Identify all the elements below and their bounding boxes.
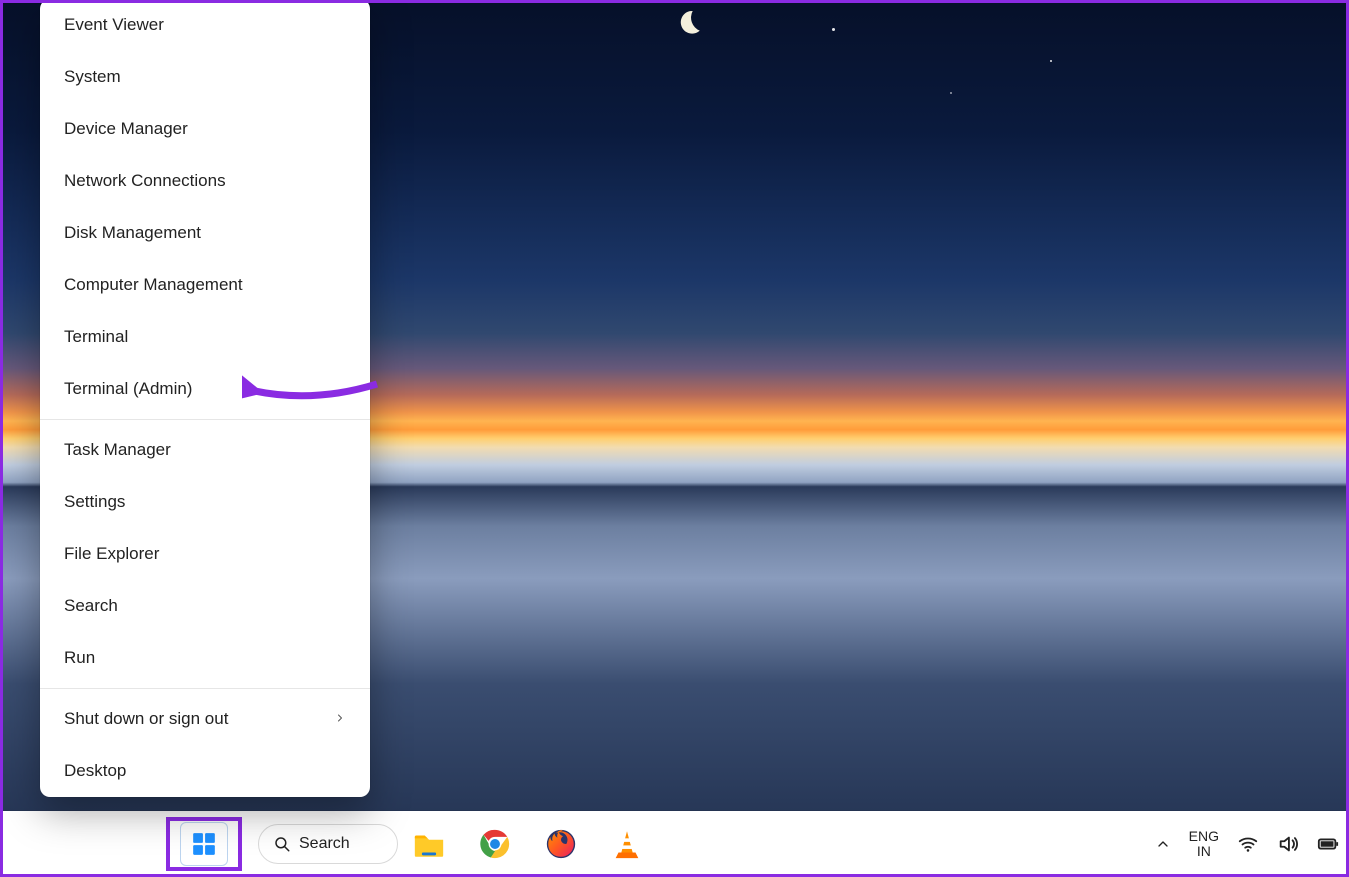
menu-item-desktop[interactable]: Desktop [40, 745, 370, 797]
menu-item-settings[interactable]: Settings [40, 476, 370, 528]
menu-item-system[interactable]: System [40, 51, 370, 103]
search-label: Search [299, 835, 350, 853]
menu-item-task-manager[interactable]: Task Manager [40, 424, 370, 476]
start-button-highlight [166, 817, 242, 871]
menu-item-event-viewer[interactable]: Event Viewer [40, 0, 370, 51]
menu-item-label: Computer Management [64, 275, 243, 295]
taskbar: Search [0, 811, 1349, 877]
menu-item-label: Run [64, 648, 95, 668]
menu-item-label: Settings [64, 492, 125, 512]
menu-item-label: Task Manager [64, 440, 171, 460]
menu-item-label: Device Manager [64, 119, 188, 139]
vlc-icon[interactable] [610, 827, 644, 861]
chevron-right-icon [334, 709, 346, 729]
menu-item-label: System [64, 67, 121, 87]
volume-icon[interactable] [1277, 833, 1299, 855]
start-button[interactable] [180, 822, 228, 866]
moon-icon [670, 6, 704, 40]
system-tray: ENG IN [1155, 811, 1339, 877]
menu-item-device-manager[interactable]: Device Manager [40, 103, 370, 155]
menu-item-disk-management[interactable]: Disk Management [40, 207, 370, 259]
menu-item-label: Network Connections [64, 171, 226, 191]
windows-logo-icon [191, 831, 217, 857]
search-icon [273, 835, 291, 853]
menu-item-label: Shut down or sign out [64, 709, 228, 729]
highlight-arrow-icon [242, 374, 382, 404]
taskbar-pins [412, 811, 644, 877]
menu-item-terminal[interactable]: Terminal [40, 311, 370, 363]
menu-item-label: Disk Management [64, 223, 201, 243]
menu-item-label: Event Viewer [64, 15, 164, 35]
menu-item-run[interactable]: Run [40, 632, 370, 684]
file-explorer-icon[interactable] [412, 827, 446, 861]
language-indicator[interactable]: ENG IN [1189, 829, 1219, 860]
language-bottom: IN [1189, 844, 1219, 859]
menu-item-label: Search [64, 596, 118, 616]
menu-item-search[interactable]: Search [40, 580, 370, 632]
menu-item-computer-management[interactable]: Computer Management [40, 259, 370, 311]
menu-item-label: File Explorer [64, 544, 159, 564]
menu-item-shutdown[interactable]: Shut down or sign out [40, 693, 370, 745]
firefox-icon[interactable] [544, 827, 578, 861]
battery-icon[interactable] [1317, 833, 1339, 855]
menu-separator [40, 688, 370, 689]
wifi-icon[interactable] [1237, 833, 1259, 855]
menu-item-label: Desktop [64, 761, 126, 781]
menu-separator [40, 419, 370, 420]
menu-item-label: Terminal (Admin) [64, 379, 192, 399]
menu-item-network-connections[interactable]: Network Connections [40, 155, 370, 207]
tray-overflow-button[interactable] [1155, 836, 1171, 852]
menu-item-label: Terminal [64, 327, 128, 347]
search-button[interactable]: Search [258, 824, 398, 864]
chrome-icon[interactable] [478, 827, 512, 861]
menu-item-file-explorer[interactable]: File Explorer [40, 528, 370, 580]
language-top: ENG [1189, 829, 1219, 844]
